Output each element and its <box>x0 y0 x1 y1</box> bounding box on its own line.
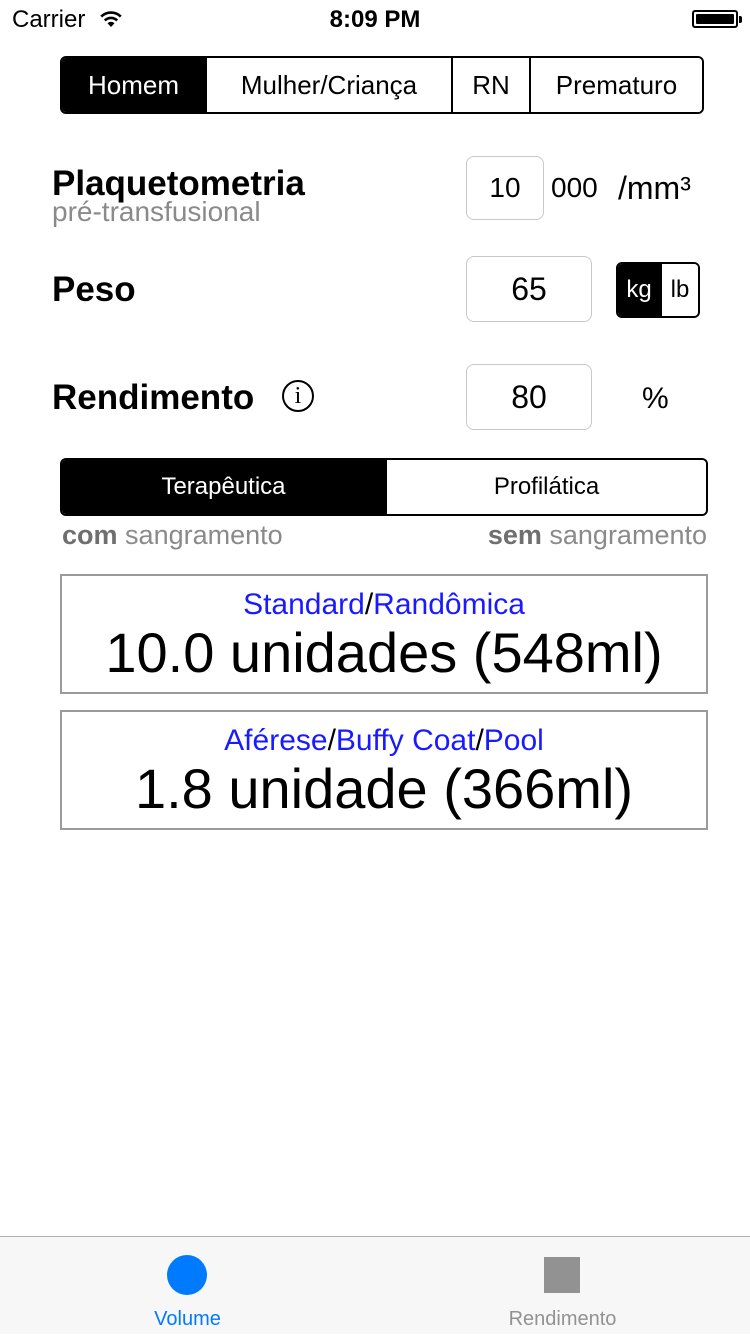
right-hint-text: sangramento <box>549 520 707 550</box>
segment-rn[interactable]: RN <box>451 58 529 112</box>
segment-lb[interactable]: lb <box>660 264 698 316</box>
result-standard-value: 10.0 unidades (548ml) <box>105 621 663 684</box>
weight-title: Peso <box>52 270 136 309</box>
tab-volume[interactable]: Volume <box>0 1237 375 1335</box>
left-hint: com sangramento <box>62 520 283 551</box>
tab-volume-label: Volume <box>154 1308 221 1330</box>
segment-prematuro[interactable]: Prematuro <box>529 58 702 112</box>
left-hint-text: sangramento <box>125 520 283 550</box>
result-apheresis: Aférese/Buffy Coat/Pool 1.8 unidade (366… <box>60 710 708 830</box>
segment-terapeutica[interactable]: Terapêutica <box>62 460 385 514</box>
segment-profilatica[interactable]: Profilática <box>385 460 706 514</box>
weight-input[interactable]: 65 <box>466 256 592 322</box>
type-link: Randômica <box>373 588 525 621</box>
weight-unit-segmented-control: kg lb <box>616 262 700 318</box>
result-standard: Standard/Randômica 10.0 unidades (548ml) <box>60 574 708 694</box>
therapy-segmented-control: Terapêutica Profilática <box>60 458 708 516</box>
clock: 8:09 PM <box>329 6 421 33</box>
result-apheresis-value: 1.8 unidade (366ml) <box>134 757 634 820</box>
yield-unit: % <box>642 382 669 415</box>
square-icon <box>544 1257 580 1293</box>
patient-type-segmented-control: Homem Mulher/Criança RN Prematuro <box>60 56 704 114</box>
battery-icon <box>692 10 742 28</box>
platelet-multiplier: 000 <box>551 172 598 203</box>
tab-rendimento[interactable]: Rendimento <box>375 1237 750 1335</box>
type-link: Aférese <box>224 724 328 757</box>
type-link: Buffy Coat <box>335 724 476 757</box>
circle-icon <box>167 1255 207 1295</box>
status-bar: Carrier 8:09 PM <box>0 0 750 40</box>
segment-kg[interactable]: kg <box>618 264 660 316</box>
result-apheresis-types: Aférese/Buffy Coat/Pool <box>224 724 544 757</box>
type-link: Standard <box>243 588 365 621</box>
platelet-subtitle: pré-transfusional <box>52 196 261 227</box>
type-link: Pool <box>483 724 544 757</box>
segment-mulher-crianca[interactable]: Mulher/Criança <box>205 58 451 112</box>
right-hint-bold: sem <box>487 520 542 550</box>
tab-bar: Volume Rendimento <box>0 1236 750 1334</box>
tab-rendimento-label: Rendimento <box>508 1308 617 1330</box>
info-icon[interactable]: i <box>282 380 314 412</box>
right-hint: sem sangramento <box>488 520 707 551</box>
result-standard-types: Standard/Randômica <box>243 588 525 621</box>
platelet-unit: /mm³ <box>618 170 691 206</box>
platelet-input[interactable]: 10 <box>466 156 544 220</box>
yield-title: Rendimento <box>52 378 255 417</box>
yield-input[interactable]: 80 <box>466 364 592 430</box>
segment-homem[interactable]: Homem <box>62 58 205 112</box>
left-hint-bold: com <box>62 520 118 550</box>
